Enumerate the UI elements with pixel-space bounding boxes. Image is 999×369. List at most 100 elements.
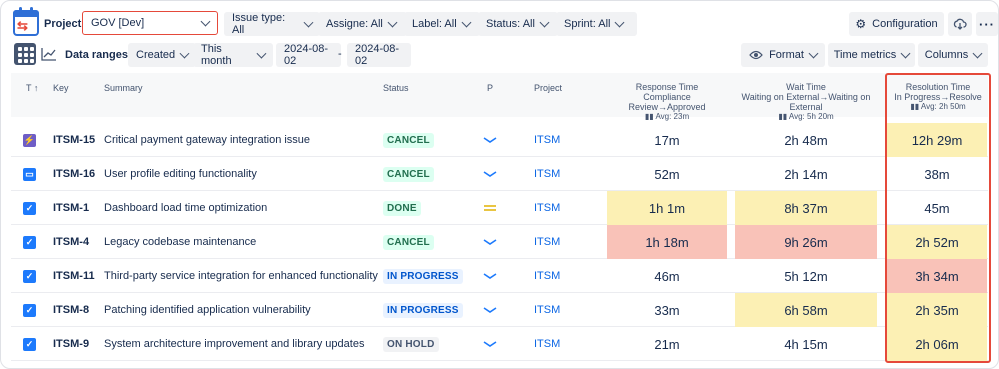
priority-cell bbox=[483, 259, 503, 293]
sprint-filter[interactable]: Sprint: All bbox=[556, 12, 637, 36]
data-ranges-label: Data ranges: bbox=[65, 49, 132, 61]
project-select[interactable]: GOV [Dev] bbox=[82, 11, 218, 35]
header-key[interactable]: Key bbox=[53, 83, 69, 93]
chevron-down-icon bbox=[539, 17, 550, 27]
status-badge: CANCEL bbox=[383, 166, 434, 182]
wait-time-cell: 2h 48m bbox=[784, 132, 828, 148]
issue-summary[interactable]: Legacy codebase maintenance bbox=[104, 225, 384, 259]
project-link[interactable]: ITSM bbox=[534, 225, 594, 259]
table-row[interactable]: ⚡ ITSM-15 Critical payment gateway integ… bbox=[11, 123, 988, 157]
columns-button[interactable]: Columns bbox=[918, 43, 988, 67]
resolution-time-cell: 38m bbox=[924, 166, 950, 182]
status-badge: IN PROGRESS bbox=[383, 302, 463, 318]
response-time-cell: 1h 1m bbox=[607, 191, 727, 225]
response-time-cell: 17m bbox=[654, 132, 680, 148]
project-link[interactable]: ITSM bbox=[534, 191, 594, 225]
priority-cell bbox=[483, 225, 503, 259]
status-cell: ON HOLD bbox=[383, 327, 473, 361]
priority-low-icon bbox=[483, 239, 497, 245]
header-project[interactable]: Project bbox=[534, 83, 562, 93]
wait-time-cell: 5h 12m bbox=[784, 268, 828, 284]
header-type[interactable]: T ↑ bbox=[26, 83, 38, 93]
chevron-down-icon bbox=[256, 48, 267, 58]
priority-medium-icon bbox=[484, 205, 496, 211]
date-to-input[interactable]: 2024-08-02 bbox=[347, 43, 411, 67]
header-summary[interactable]: Summary bbox=[104, 83, 143, 93]
wait-time-cell: 9h 26m bbox=[735, 225, 877, 259]
team-icon: ▮▮ bbox=[644, 112, 654, 121]
resolution-time-cell: 2h 52m bbox=[887, 225, 987, 259]
header-priority[interactable]: P bbox=[487, 83, 493, 93]
grid-view-icon[interactable] bbox=[14, 43, 36, 65]
chevron-down-icon bbox=[900, 48, 911, 58]
status-badge: DONE bbox=[383, 200, 421, 216]
table-row[interactable]: ✓ ITSM-11 Third-party service integratio… bbox=[11, 259, 988, 293]
chart-view-icon[interactable] bbox=[41, 47, 57, 61]
gear-icon: ⚙ bbox=[855, 17, 867, 31]
project-link[interactable]: ITSM bbox=[534, 123, 594, 157]
checkbox-icon: ✓ bbox=[23, 201, 36, 215]
priority-low-icon bbox=[483, 137, 497, 143]
issue-type: ✓ bbox=[23, 191, 43, 225]
project-link[interactable]: ITSM bbox=[534, 259, 594, 293]
status-badge: ON HOLD bbox=[383, 336, 439, 352]
table-row[interactable]: ✓ ITSM-9 System architecture improvement… bbox=[11, 327, 988, 361]
export-button[interactable] bbox=[948, 12, 972, 36]
chevron-down-icon bbox=[179, 48, 190, 58]
configuration-button[interactable]: ⚙ Configuration bbox=[849, 12, 944, 36]
issue-type-filter[interactable]: Issue type: All bbox=[224, 12, 320, 36]
team-icon: ▮▮ bbox=[910, 102, 920, 111]
priority-cell bbox=[483, 123, 503, 157]
date-separator: - bbox=[338, 48, 342, 60]
status-badge: CANCEL bbox=[383, 132, 434, 148]
table-row[interactable]: ✓ ITSM-8 Patching identified application… bbox=[11, 293, 988, 327]
response-time-cell: 1h 18m bbox=[607, 225, 727, 259]
chevron-down-icon bbox=[303, 17, 314, 27]
sort-arrow-icon: ↑ bbox=[31, 83, 39, 93]
issue-summary[interactable]: Third-party service integration for enha… bbox=[104, 259, 384, 293]
priority-cell bbox=[483, 293, 503, 327]
issue-summary[interactable]: Critical payment gateway integration iss… bbox=[104, 123, 384, 157]
header-resolution-time[interactable]: Resolution Time In Progress→Resolve ▮▮ A… bbox=[885, 82, 991, 112]
issue-type: ✓ bbox=[23, 225, 43, 259]
label-filter[interactable]: Label: All bbox=[404, 12, 480, 36]
chevron-down-icon bbox=[808, 48, 819, 58]
period-select[interactable]: This month bbox=[193, 43, 273, 67]
date-from-input[interactable]: 2024-08-02 bbox=[276, 43, 341, 67]
header-status[interactable]: Status bbox=[383, 83, 409, 93]
table-row[interactable]: ✓ ITSM-4 Legacy codebase maintenance CAN… bbox=[11, 225, 988, 259]
created-select[interactable]: Created bbox=[128, 43, 196, 67]
eye-icon bbox=[749, 50, 763, 60]
status-cell: CANCEL bbox=[383, 225, 473, 259]
chevron-down-icon bbox=[200, 16, 211, 26]
issue-summary[interactable]: User profile editing functionality bbox=[104, 157, 384, 191]
assignee-filter[interactable]: Assigne: All bbox=[318, 12, 407, 36]
status-cell: IN PROGRESS bbox=[383, 293, 473, 327]
checkbox-icon: ✓ bbox=[23, 337, 36, 351]
resolution-time-cell: 12h 29m bbox=[887, 123, 987, 157]
issue-summary[interactable]: Patching identified application vulnerab… bbox=[104, 293, 384, 327]
header-response-time[interactable]: Response Time Compliance Review→Approved… bbox=[607, 82, 727, 122]
issue-summary[interactable]: Dashboard load time optimization bbox=[104, 191, 384, 225]
project-link[interactable]: ITSM bbox=[534, 157, 594, 191]
response-time-cell: 52m bbox=[654, 166, 680, 182]
table-row[interactable]: ✓ ITSM-1 Dashboard load time optimizatio… bbox=[11, 191, 988, 225]
status-badge: CANCEL bbox=[383, 234, 434, 250]
project-link[interactable]: ITSM bbox=[534, 327, 594, 361]
status-cell: IN PROGRESS bbox=[383, 259, 473, 293]
project-link[interactable]: ITSM bbox=[534, 293, 594, 327]
table-row[interactable]: ▭ ITSM-16 User profile editing functiona… bbox=[11, 157, 988, 191]
priority-low-icon bbox=[483, 307, 497, 313]
format-button[interactable]: Format bbox=[741, 43, 825, 67]
time-metrics-button[interactable]: Time metrics bbox=[828, 43, 915, 67]
issue-summary[interactable]: System architecture improvement and libr… bbox=[104, 327, 384, 361]
subtask-icon: ▭ bbox=[23, 167, 36, 181]
checkbox-icon: ✓ bbox=[23, 269, 36, 283]
issue-type: ✓ bbox=[23, 259, 43, 293]
header-wait-time[interactable]: Wait Time Waiting on External→Waiting on… bbox=[731, 82, 881, 122]
status-filter[interactable]: Status: All bbox=[478, 12, 558, 36]
more-button[interactable]: ··· bbox=[976, 12, 998, 36]
priority-low-icon bbox=[483, 273, 497, 279]
status-badge: IN PROGRESS bbox=[383, 268, 463, 284]
table-header: T ↑ Key Summary Status P Project Respons… bbox=[11, 73, 991, 121]
